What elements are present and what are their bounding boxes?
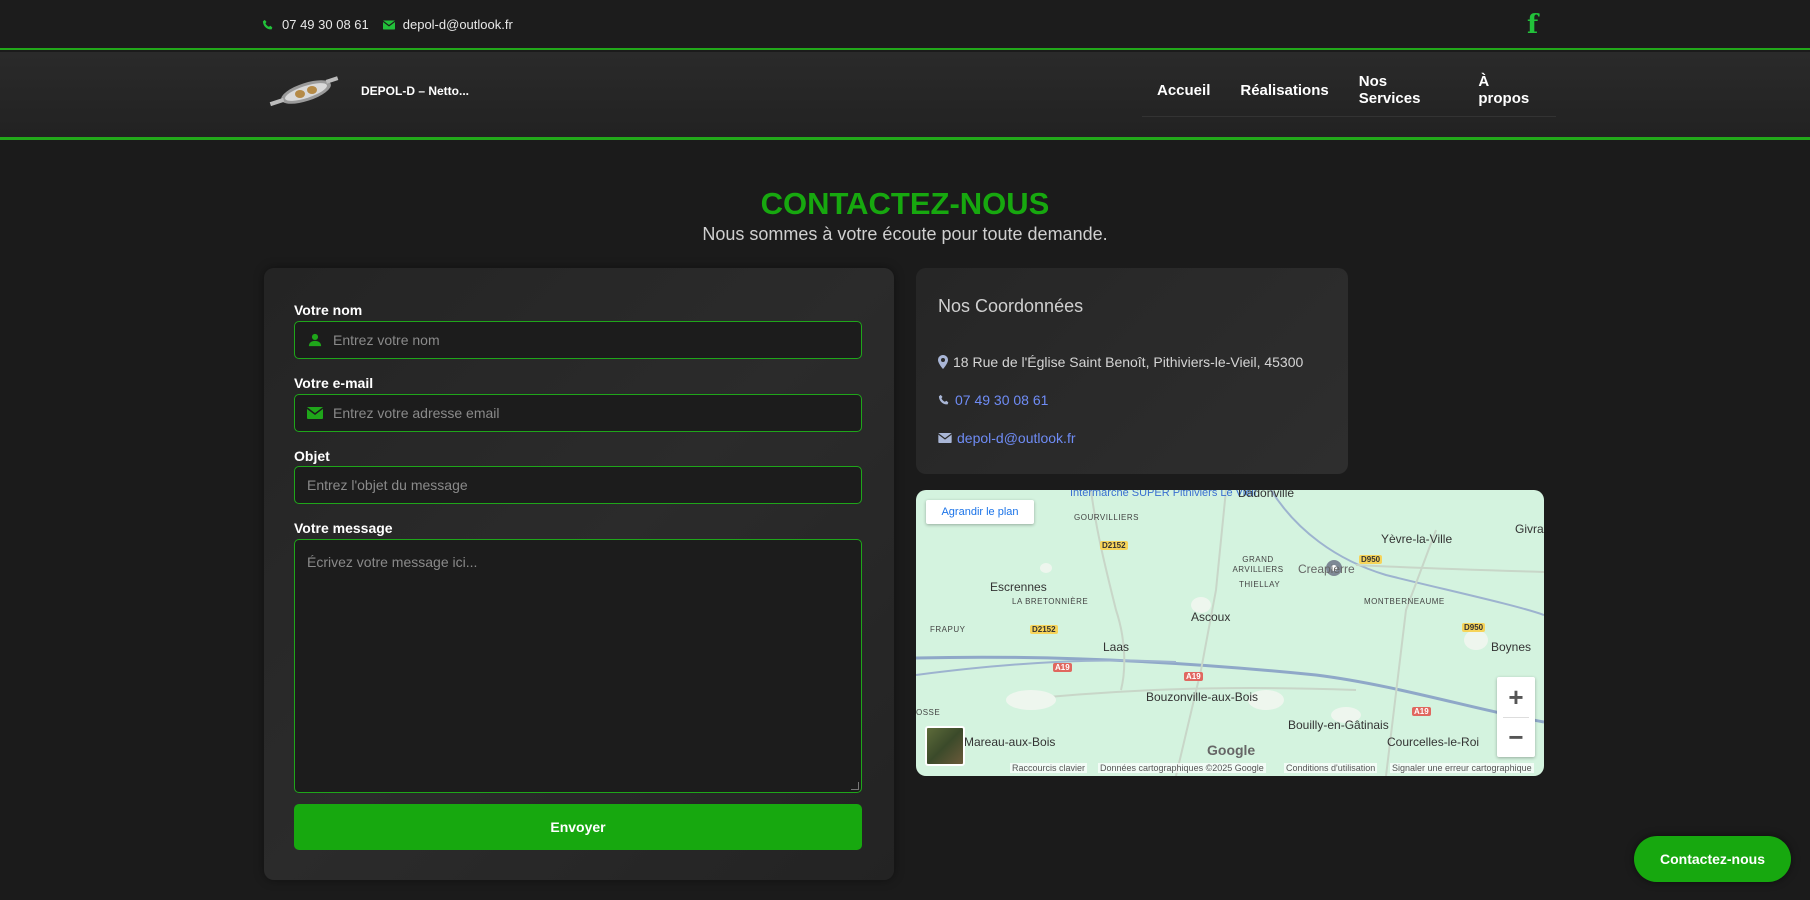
terms-link[interactable]: Conditions d'utilisation <box>1284 763 1378 773</box>
facebook-icon[interactable]: f <box>1527 10 1538 40</box>
map-place: OSSE <box>916 708 941 717</box>
map-attribution: Raccourcis clavier Données cartographiqu… <box>916 762 1544 776</box>
phone-icon <box>262 19 274 31</box>
road-label: D2152 <box>1030 625 1058 634</box>
message-textarea[interactable]: Écrivez votre message ici... <box>294 539 862 793</box>
zoom-divider <box>1503 717 1529 718</box>
site-header: DEPOL-D – Netto... Accueil Réalisations … <box>0 52 1810 140</box>
coordinates-card: Nos Coordonnées 18 Rue de l'Église Saint… <box>916 268 1348 474</box>
map-place: FRAPUY <box>930 625 966 634</box>
address-text: 18 Rue de l'Église Saint Benoît, Pithivi… <box>953 354 1304 370</box>
map-place: Courcelles-le-Roi <box>1387 735 1480 749</box>
email-label: Votre e-mail <box>294 375 374 391</box>
subject-placeholder: Entrez l'objet du message <box>307 477 468 493</box>
map-place: GRAND ARVILLIERS <box>1232 555 1284 574</box>
map-place: Escrennes <box>990 580 1047 594</box>
map-place: GOURVILLIERS <box>1074 513 1139 522</box>
email-link[interactable]: depol-d@outlook.fr <box>957 430 1076 446</box>
main-nav: Accueil Réalisations Nos Services À prop… <box>1142 52 1556 117</box>
subject-label: Objet <box>294 448 330 464</box>
map-place: Mareau-aux-Bois <box>964 735 1056 749</box>
road-label: D2152 <box>1100 541 1128 550</box>
page-subtitle: Nous sommes à votre écoute pour toute de… <box>702 224 1108 244</box>
map-place: Givra <box>1515 522 1544 536</box>
phone-line: 07 49 30 08 61 <box>938 392 1048 408</box>
name-placeholder: Entrez votre nom <box>333 332 440 348</box>
map-place: Dadonville <box>1238 490 1295 500</box>
keyboard-shortcuts-link[interactable]: Raccourcis clavier <box>1010 763 1088 773</box>
user-icon <box>307 333 323 347</box>
resize-handle[interactable] <box>851 782 859 790</box>
envelope-icon <box>382 20 395 30</box>
page-title: CONTACTEZ-NOUS <box>760 186 1050 221</box>
map-place: Creapierre <box>1298 562 1355 576</box>
email-placeholder: Entrez votre adresse email <box>333 405 500 421</box>
name-input[interactable]: Entrez votre nom <box>294 321 862 359</box>
phone-link[interactable]: 07 49 30 08 61 <box>955 392 1048 408</box>
brand-name[interactable]: DEPOL-D – Netto... <box>361 84 469 98</box>
road-label: D950 <box>1359 555 1383 564</box>
map-place: Intermarché SUPER Pithiviers Le Vieil <box>1070 490 1257 499</box>
map-place: Ascoux <box>1191 610 1231 624</box>
address-line: 18 Rue de l'Église Saint Benoît, Pithivi… <box>938 354 1303 370</box>
name-label: Votre nom <box>294 302 363 318</box>
top-contact-info: 07 49 30 08 61 depol-d@outlook.fr <box>262 17 527 32</box>
road-label: D950 <box>1462 623 1486 632</box>
subject-input[interactable]: Entrez l'objet du message <box>294 466 862 504</box>
map-place: Boynes <box>1491 640 1532 654</box>
zoom-in-button[interactable]: + <box>1497 677 1535 717</box>
map-place: Bouzonville-aux-Bois <box>1146 690 1259 704</box>
road-label: A19 <box>1053 663 1072 672</box>
road-label: A19 <box>1184 672 1203 681</box>
map-marker-icon <box>938 355 948 369</box>
send-button[interactable]: Envoyer <box>294 804 862 850</box>
map-data-text: Données cartographiques ©2025 Google <box>1098 763 1266 773</box>
top-phone-text: 07 49 30 08 61 <box>282 17 369 32</box>
map-place: MONTBERNEAUME <box>1364 597 1445 606</box>
top-email-text: depol-d@outlook.fr <box>402 17 513 32</box>
nav-accueil[interactable]: Accueil <box>1157 82 1210 99</box>
map-place: THIELLAY <box>1239 580 1281 589</box>
phone-icon <box>938 394 950 406</box>
map-zoom-controls: + − <box>1497 677 1535 757</box>
email-input[interactable]: Entrez votre adresse email <box>294 394 862 432</box>
report-error-link[interactable]: Signaler une erreur cartographique <box>1390 763 1534 773</box>
logo[interactable] <box>266 70 342 114</box>
coordinates-title: Nos Coordonnées <box>938 296 1084 316</box>
top-email[interactable]: depol-d@outlook.fr <box>382 17 513 32</box>
envelope-icon <box>938 433 952 443</box>
map-place: Yèvre-la-Ville <box>1381 532 1453 546</box>
top-phone[interactable]: 07 49 30 08 61 <box>262 17 369 32</box>
nav-services[interactable]: Nos Services <box>1359 73 1449 107</box>
message-placeholder: Écrivez votre message ici... <box>307 554 478 570</box>
contact-form: Votre nom Entrez votre nom Votre e-mail … <box>264 268 894 880</box>
nav-realisations[interactable]: Réalisations <box>1240 82 1328 99</box>
nav-a-propos[interactable]: À propos <box>1478 73 1541 107</box>
top-contact-bar: 07 49 30 08 61 depol-d@outlook.fr f <box>0 0 1810 50</box>
enlarge-map-button[interactable]: Agrandir le plan <box>926 500 1034 524</box>
email-line: depol-d@outlook.fr <box>938 430 1076 446</box>
message-label: Votre message <box>294 520 393 536</box>
map-place: Bouilly-en-Gâtinais <box>1288 718 1389 732</box>
google-logo: Google <box>1207 742 1256 758</box>
map-place: LA BRETONNIÈRE <box>1012 597 1089 606</box>
floating-contact-button[interactable]: Contactez-nous <box>1634 836 1791 882</box>
map-place: Laas <box>1103 640 1130 654</box>
zoom-out-button[interactable]: − <box>1497 717 1535 757</box>
envelope-icon <box>307 407 323 419</box>
satellite-toggle[interactable] <box>925 726 965 766</box>
road-label: A19 <box>1412 707 1431 716</box>
google-map[interactable]: Agrandir le plan Intermarché SUPER Pithi… <box>916 490 1544 776</box>
